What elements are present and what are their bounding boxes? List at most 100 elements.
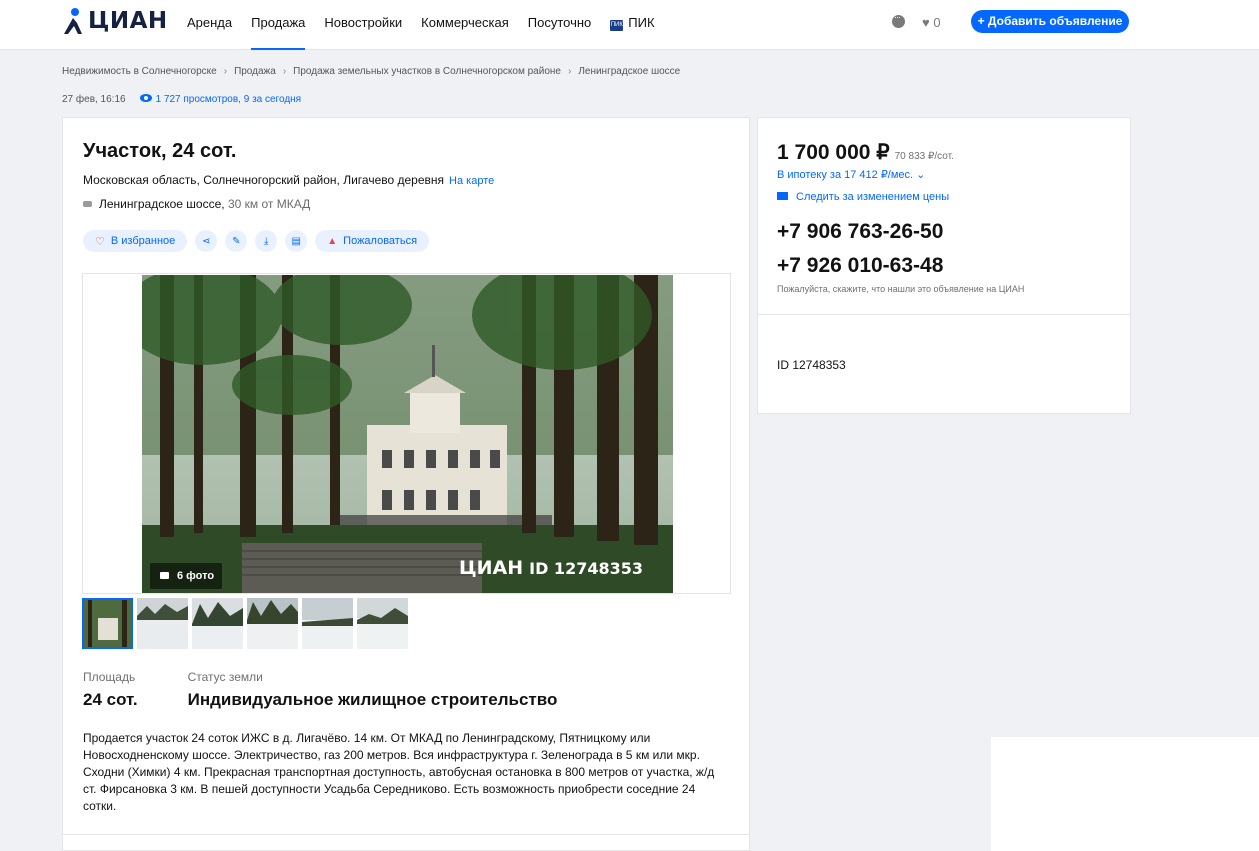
chat-icon[interactable] xyxy=(892,12,905,28)
cian-logo-icon xyxy=(64,8,82,34)
nav-kommercheskaya[interactable]: Коммерческая xyxy=(421,0,509,50)
listing-facts: Площадь 24 сот. Статус земли Индивидуаль… xyxy=(83,670,607,710)
add-listing-button[interactable]: + Добавить объявление xyxy=(971,10,1129,33)
photo-count-badge[interactable]: 6 фото xyxy=(150,563,222,589)
complain-button[interactable]: ▲ Пожаловаться xyxy=(315,230,430,252)
photo-gallery[interactable]: 6 фото ЦИАН ID 12748353 xyxy=(82,273,731,594)
download-icon: ⤓ xyxy=(264,235,269,247)
mortgage-link[interactable]: В ипотеку за 17 412 ₽/мес. ⌄ xyxy=(777,168,925,181)
watermark-brand: ЦИАН xyxy=(458,557,524,579)
price: 1 700 000 ₽ 70 833 ₽/сот. xyxy=(777,140,954,165)
blank-panel xyxy=(991,737,1259,851)
main-photo-image xyxy=(142,275,673,593)
views-link[interactable]: 1 727 просмотров, 9 за сегодня xyxy=(156,94,302,105)
thumbnail-image xyxy=(302,598,353,649)
main-photo[interactable]: 6 фото ЦИАН ID 12748353 xyxy=(142,275,673,593)
thumbnail[interactable] xyxy=(82,598,133,649)
divider xyxy=(63,834,749,835)
nav-arenda[interactable]: Аренда xyxy=(187,0,232,50)
edit-button[interactable]: ✎ xyxy=(225,230,248,252)
download-button[interactable]: ⤓ xyxy=(255,230,278,252)
complain-label: Пожаловаться xyxy=(343,235,418,247)
listing-id: ID 12748353 xyxy=(777,358,846,372)
fact-label: Площадь xyxy=(83,670,136,684)
listing-description: Продается участок 24 соток ИЖС в д. Лига… xyxy=(83,731,715,813)
track-price-link[interactable]: Следить за изменением цены xyxy=(777,191,949,203)
price-sidebar: 1 700 000 ₽ 70 833 ₽/сот. В ипотеку за 17… xyxy=(757,117,1131,414)
listing-card: Участок, 24 сот. Московская область, Сол… xyxy=(62,117,750,851)
pencil-icon: ✎ xyxy=(232,235,241,247)
highway-name: Ленинградское шоссе, xyxy=(99,197,225,211)
address-text: Московская область, Солнечногорский райо… xyxy=(83,173,445,187)
breadcrumb-item[interactable]: Ленинградское шоссе xyxy=(578,66,680,77)
price-value: 1 700 000 ₽ xyxy=(777,141,890,164)
chevron-right-icon: › xyxy=(282,66,287,77)
highway-distance: 30 км от МКАД xyxy=(227,197,311,211)
page-title: Участок, 24 сот. xyxy=(83,140,237,162)
favorite-button[interactable]: ♡ В избранное xyxy=(83,230,188,252)
eye-icon xyxy=(139,94,152,102)
fact-land-status: Статус земли Индивидуальное жилищное стр… xyxy=(188,670,558,710)
mortgage-label: В ипотеку за 17 412 ₽/мес. xyxy=(777,169,914,181)
logo-text: ЦИАН xyxy=(88,8,168,34)
thumbnail-image xyxy=(137,598,188,649)
breadcrumb-item[interactable]: Продажа земельных участков в Солнечногор… xyxy=(293,66,561,77)
price-per-unit: 70 833 ₽/сот. xyxy=(894,151,954,162)
warning-icon: ▲ xyxy=(327,235,338,247)
favorite-label: В избранное xyxy=(110,235,176,247)
photo-watermark: ЦИАН ID 12748353 xyxy=(459,557,643,579)
map-link[interactable]: На карте xyxy=(449,175,494,187)
chevron-right-icon: › xyxy=(567,66,572,77)
camera-icon xyxy=(160,572,169,579)
chevron-down-icon: ⌄ xyxy=(916,169,926,181)
publish-date: 27 фев, 16:16 xyxy=(62,94,126,105)
thumbnail-image xyxy=(247,598,298,649)
phone-number[interactable]: +7 926 010-63-48 xyxy=(777,254,943,278)
divider xyxy=(758,314,1130,315)
breadcrumb-item[interactable]: Недвижимость в Солнечногорске xyxy=(62,66,217,77)
phone-number[interactable]: +7 906 763-26-50 xyxy=(777,220,943,244)
fact-value: 24 сот. xyxy=(83,690,138,709)
nav-posutochno[interactable]: Посуточно xyxy=(528,0,592,50)
heart-icon: ♥ xyxy=(922,15,930,30)
site-header: ЦИАН Аренда Продажа Новостройки Коммерче… xyxy=(0,0,1259,50)
thumbnail[interactable] xyxy=(302,598,353,649)
listing-actions: ♡ В избранное ⋖ ✎ ⤓ ▤ ▲ Пожаловаться xyxy=(83,230,437,252)
car-icon xyxy=(83,201,92,207)
photo-count-label: 6 фото xyxy=(177,570,215,582)
main-nav: Аренда Продажа Новостройки Коммерческая … xyxy=(187,0,674,50)
fact-area: Площадь 24 сот. xyxy=(83,670,138,710)
track-price-label: Следить за изменением цены xyxy=(796,191,950,203)
thumbnail-image xyxy=(192,598,243,649)
cian-logo[interactable]: ЦИАН xyxy=(62,3,168,39)
nav-pik-label: ПИК xyxy=(628,15,655,30)
fact-label: Статус земли xyxy=(187,670,263,684)
thumbnail[interactable] xyxy=(247,598,298,649)
nav-pik[interactable]: ПИК ПИК xyxy=(610,0,655,50)
address: Московская область, Солнечногорский райо… xyxy=(83,173,494,187)
favorites-count: 0 xyxy=(933,15,941,30)
breadcrumb-item[interactable]: Продажа xyxy=(234,66,276,77)
favorites-link[interactable]: ♥ 0 xyxy=(922,15,941,30)
heart-outline-icon: ♡ xyxy=(95,235,105,248)
watermark-id: ID 12748353 xyxy=(529,559,643,578)
print-button[interactable]: ▤ xyxy=(285,230,308,252)
fact-value: Индивидуальное жилищное строительство xyxy=(187,690,558,709)
share-button[interactable]: ⋖ xyxy=(195,230,218,252)
printer-icon: ▤ xyxy=(291,235,301,247)
nav-novostroyki[interactable]: Новостройки xyxy=(324,0,402,50)
pik-logo-icon: ПИК xyxy=(610,20,624,31)
share-icon: ⋖ xyxy=(202,235,211,247)
thumbnail-image xyxy=(82,598,133,649)
thumbnail-strip xyxy=(82,598,412,649)
phone-hint: Пожалуйста, скажите, что нашли это объяв… xyxy=(777,284,1025,294)
thumbnail[interactable] xyxy=(357,598,408,649)
thumbnail[interactable] xyxy=(137,598,188,649)
nav-prodazha[interactable]: Продажа xyxy=(251,0,306,50)
breadcrumb: Недвижимость в Солнечногорске › Продажа › Пр… xyxy=(62,66,680,77)
highway-info: Ленинградское шоссе, 30 км от МКАД xyxy=(83,197,310,211)
thumbnail[interactable] xyxy=(192,598,243,649)
mail-icon xyxy=(777,192,788,200)
listing-meta: 27 фев, 16:16 1 727 просмотров, 9 за сего… xyxy=(62,94,301,105)
thumbnail-image xyxy=(357,598,408,649)
